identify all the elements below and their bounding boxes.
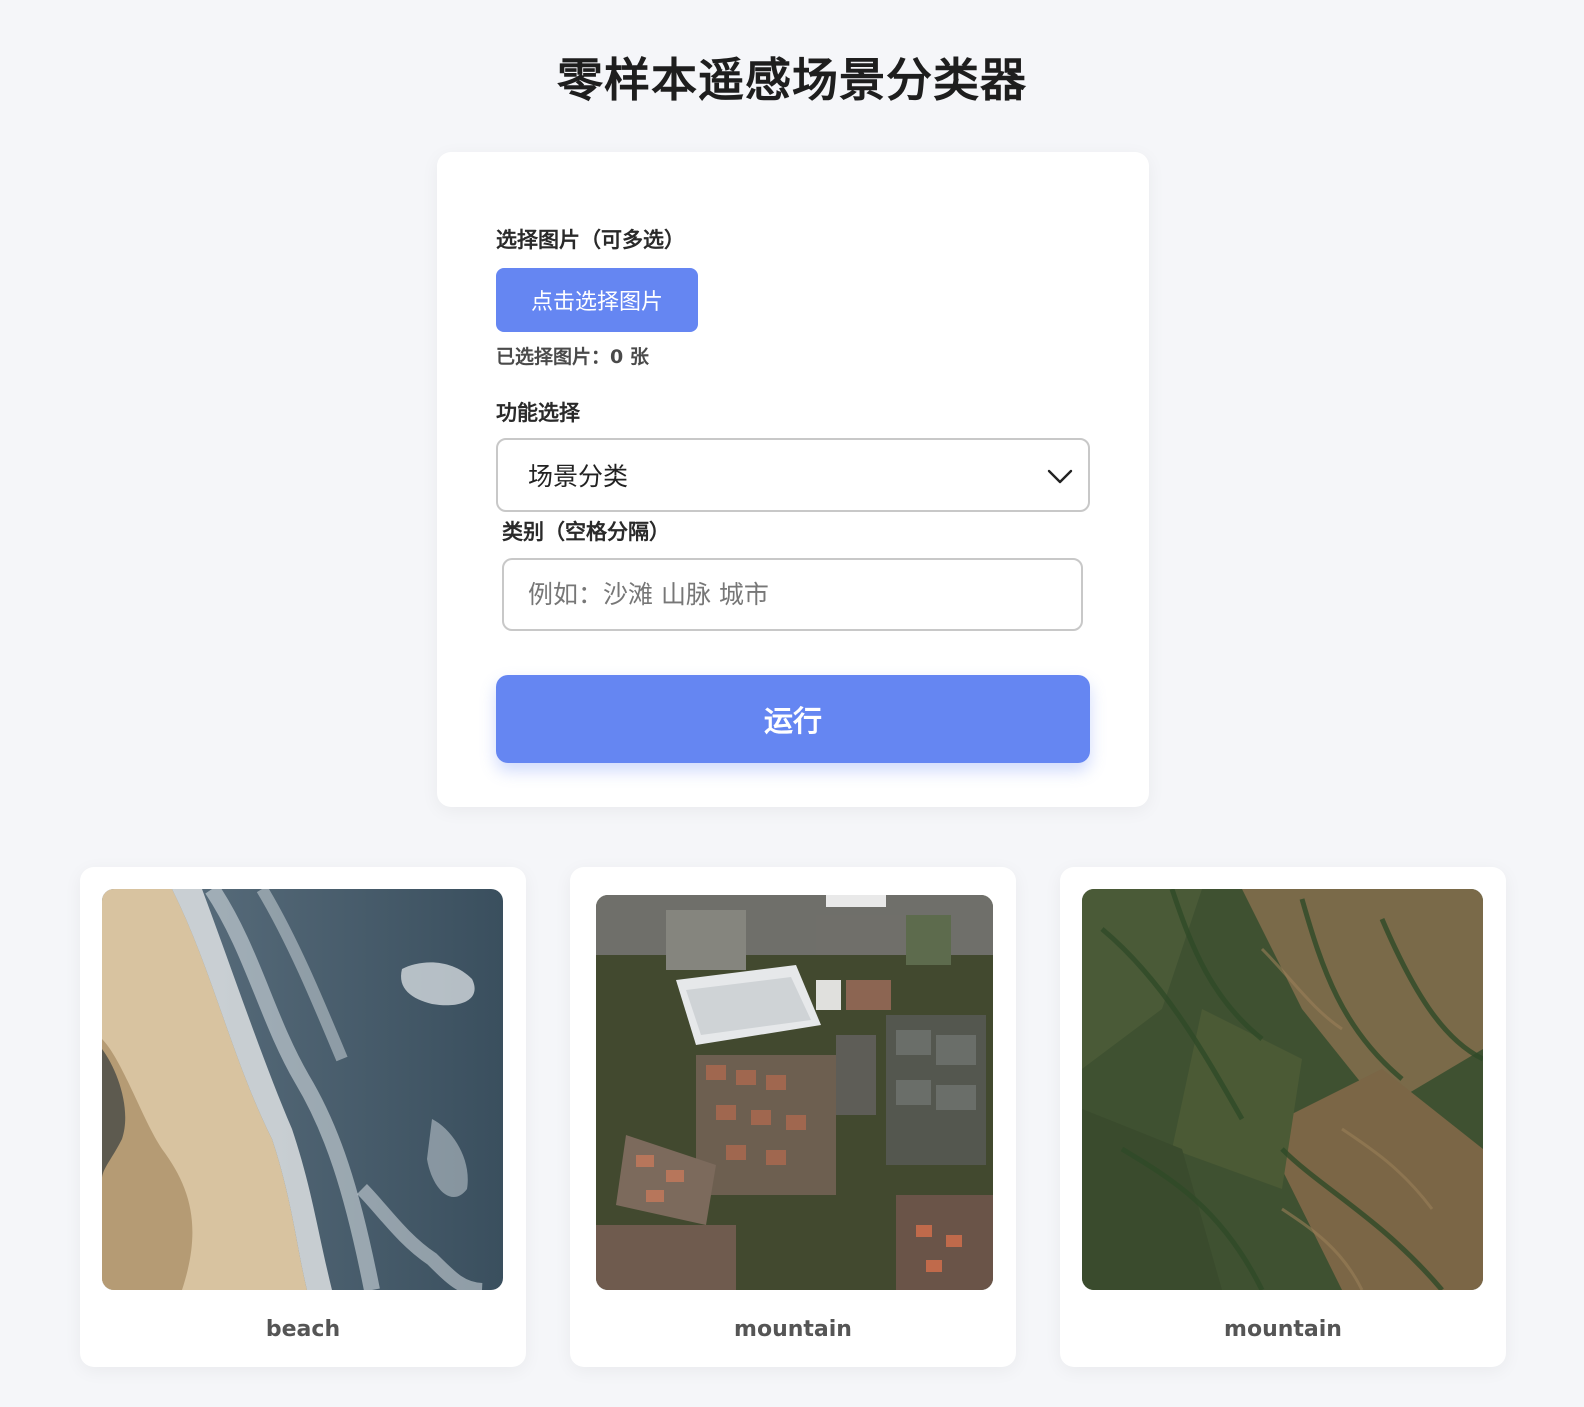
function-select-label: 功能选择 bbox=[496, 401, 580, 425]
image-select-label: 选择图片（可多选） bbox=[496, 228, 685, 252]
mountain-aerial-image bbox=[1082, 889, 1483, 1290]
urban-aerial-image bbox=[596, 895, 993, 1290]
result-label: beach bbox=[265, 1317, 341, 1342]
selected-count-text: 已选择图片：0 张 bbox=[496, 346, 649, 368]
result-label: mountain bbox=[1224, 1317, 1342, 1342]
result-card: beach bbox=[80, 867, 526, 1367]
select-images-button[interactable]: 点击选择图片 bbox=[496, 268, 698, 332]
category-input[interactable] bbox=[502, 558, 1083, 631]
function-select-value: 场景分类 bbox=[528, 462, 629, 491]
result-card: mountain bbox=[1060, 867, 1506, 1367]
beach-aerial-image bbox=[102, 889, 503, 1290]
result-label: mountain bbox=[734, 1317, 852, 1342]
result-card: mountain bbox=[570, 867, 1016, 1367]
category-label: 类别（空格分隔） bbox=[502, 520, 670, 544]
chevron-down-icon bbox=[1047, 469, 1073, 484]
form-card: 选择图片（可多选） 点击选择图片 已选择图片：0 张 功能选择 场景分类 类别（… bbox=[437, 152, 1149, 807]
run-button[interactable]: 运行 bbox=[496, 675, 1090, 763]
function-select[interactable]: 场景分类 bbox=[496, 438, 1090, 512]
page-title: 零样本遥感场景分类器 bbox=[557, 53, 1027, 107]
